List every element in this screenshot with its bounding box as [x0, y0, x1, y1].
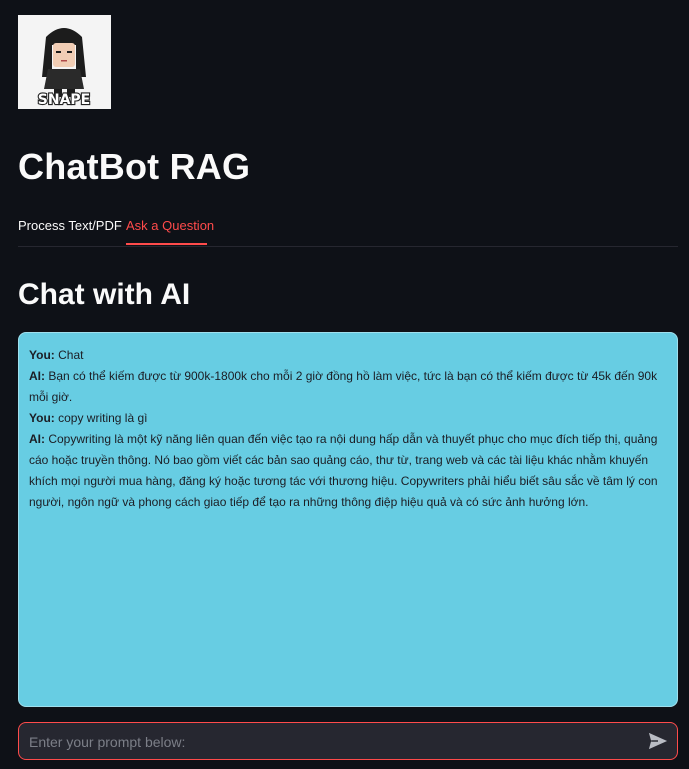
message-speaker: You:: [29, 348, 55, 362]
prompt-container: [18, 722, 678, 761]
chat-message: AI: Bạn có thể kiếm được từ 900k-1800k c…: [29, 366, 667, 408]
chat-message: AI: Copywriting là một kỹ năng liên quan…: [29, 429, 667, 513]
chat-history[interactable]: You: Chat AI: Bạn có thể kiếm được từ 90…: [18, 332, 678, 707]
app-page: SNAPE ChatBot RAG Process Text/PDF Ask a…: [0, 0, 689, 769]
message-text: Chat: [54, 348, 84, 362]
tab-ask-a-question[interactable]: Ask a Question: [126, 218, 214, 233]
message-speaker: AI:: [29, 432, 45, 446]
active-tab-indicator: [126, 243, 207, 245]
chat-heading: Chat with AI: [18, 278, 191, 311]
message-text: Bạn có thể kiếm được từ 900k-1800k cho m…: [29, 369, 658, 404]
message-speaker: You:: [29, 411, 55, 425]
snape-avatar-icon: SNAPE: [18, 15, 111, 109]
logo-image: SNAPE: [18, 15, 111, 109]
tab-process-text-pdf[interactable]: Process Text/PDF: [18, 218, 122, 233]
prompt-input[interactable]: [27, 723, 631, 761]
chat-message: You: Chat: [29, 345, 667, 366]
message-text: copy writing là gì: [54, 411, 148, 425]
message-speaker: AI:: [29, 369, 45, 383]
send-icon[interactable]: [647, 731, 669, 751]
message-text: Copywriting là một kỹ năng liên quan đến…: [29, 432, 658, 509]
svg-text:SNAPE: SNAPE: [38, 92, 90, 108]
app-title: ChatBot RAG: [18, 146, 251, 187]
tab-bar: Process Text/PDF Ask a Question: [18, 212, 678, 247]
chat-message: You: copy writing là gì: [29, 408, 667, 429]
